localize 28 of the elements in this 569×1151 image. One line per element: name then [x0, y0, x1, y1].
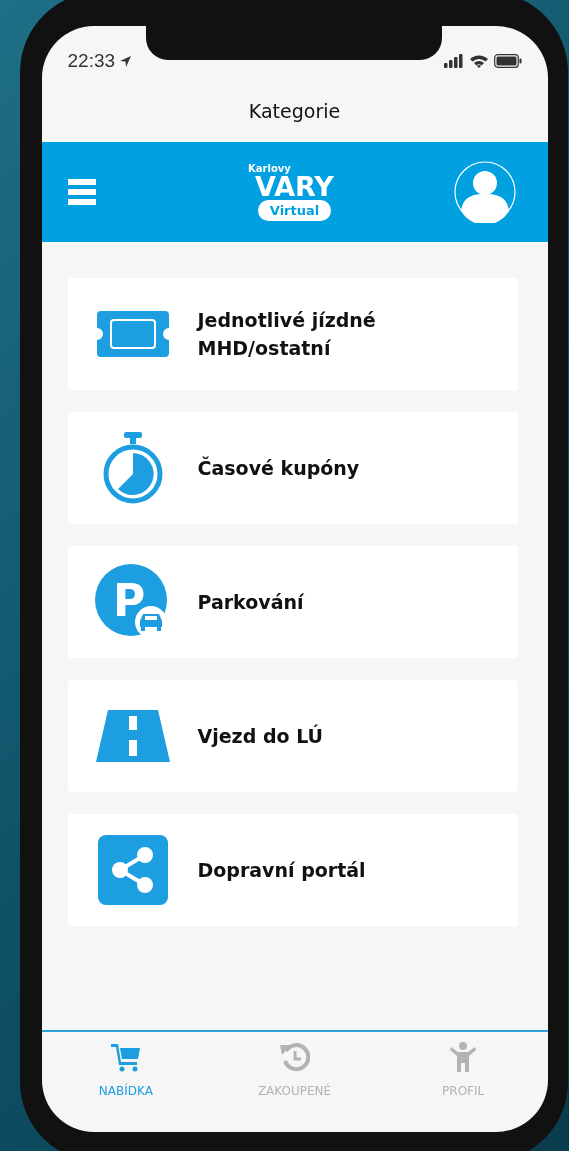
ticket-icon [96, 311, 169, 357]
share-icon [97, 835, 168, 905]
page-title: Kategorie [247, 100, 342, 124]
cart-icon [110, 1042, 141, 1072]
location-arrow-icon [120, 55, 132, 67]
category-card[interactable]: Vjezd do LÚ [67, 680, 518, 792]
status-time: 22:33 [67, 50, 116, 72]
category-card[interactable]: Dopravní portál [67, 814, 518, 926]
wifi-icon [468, 54, 489, 68]
category-card[interactable]: P Parkování [67, 546, 518, 658]
person-icon [448, 1042, 479, 1072]
logo-text: Karlovy [248, 163, 291, 174]
category-label: Dopravní portál [197, 858, 367, 883]
category-card[interactable]: Jednotlivé jízdné MHD/ostatní [67, 278, 518, 390]
logo-title: VARY [255, 174, 334, 200]
stopwatch-icon [101, 432, 164, 504]
menu-icon[interactable] [67, 179, 96, 205]
category-label: Jednotlivé jízdné MHD/ostatní [197, 308, 377, 361]
category-label: Vjezd do LÚ [197, 723, 324, 749]
battery-icon [493, 54, 522, 68]
category-label: Časové kupóny [197, 455, 361, 481]
history-icon [279, 1042, 310, 1072]
category-label: Parkování [197, 590, 305, 615]
logo-badge: Virtual [257, 200, 332, 221]
avatar-icon[interactable] [453, 161, 516, 223]
signal-icon [443, 54, 464, 68]
category-card[interactable]: Časové kupóny [67, 412, 518, 524]
road-icon [95, 710, 170, 762]
